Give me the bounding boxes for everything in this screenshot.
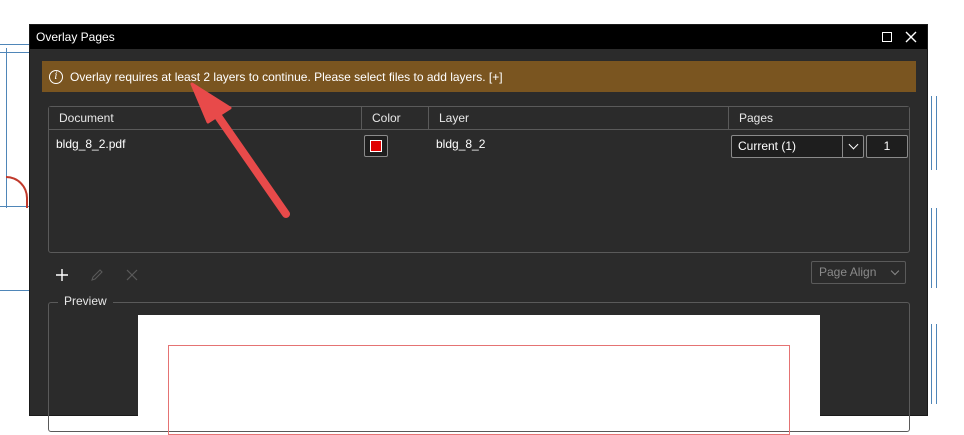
drawing-line: [0, 44, 30, 45]
column-header-layer[interactable]: Layer: [428, 107, 728, 129]
preview-label: Preview: [58, 294, 113, 308]
close-icon: [905, 31, 917, 43]
info-icon: i: [49, 69, 63, 84]
chevron-down-icon: [890, 266, 900, 276]
chevron-down-icon: [848, 139, 858, 150]
drawing-arc: [6, 176, 28, 208]
overlay-pages-dialog: Overlay Pages i Overlay requires at leas…: [29, 24, 928, 435]
pencil-icon: [91, 269, 103, 281]
drawing-line: [936, 208, 937, 288]
layer-name: bldg_8_2: [436, 137, 486, 151]
document-name: bldg_8_2.pdf: [56, 137, 126, 151]
drawing-line: [0, 52, 30, 53]
drawing-line: [0, 290, 30, 291]
page-align-label: Page Align: [819, 265, 877, 279]
banner-text[interactable]: Overlay requires at least 2 layers to co…: [70, 70, 503, 84]
layers-table: Document Color Layer Pages bldg_8_2.pdf …: [48, 106, 910, 253]
maximize-icon: [882, 32, 892, 42]
preview-page: [138, 315, 820, 435]
warning-banner: i Overlay requires at least 2 layers to …: [42, 61, 916, 92]
column-header-document[interactable]: Document: [49, 107, 361, 129]
add-layer-button[interactable]: [51, 264, 73, 286]
edit-layer-button[interactable]: [86, 264, 108, 286]
dropdown-arrow[interactable]: [842, 136, 863, 157]
table-row[interactable]: bldg_8_2.pdf bldg_8_2 Current (1) 1: [49, 130, 909, 158]
maximize-button[interactable]: [876, 27, 898, 47]
x-icon: [126, 269, 138, 281]
drawing-line: [931, 324, 932, 404]
drawing-line: [936, 96, 937, 170]
remove-layer-button[interactable]: [121, 264, 143, 286]
close-button[interactable]: [900, 27, 922, 47]
title-bar[interactable]: Overlay Pages: [30, 25, 927, 49]
drawing-line: [936, 324, 937, 404]
color-swatch: [370, 140, 382, 152]
page-number-field[interactable]: 1: [866, 135, 908, 158]
table-header: Document Color Layer Pages: [49, 107, 909, 130]
column-header-color[interactable]: Color: [361, 107, 428, 129]
pages-dropdown-value: Current (1): [738, 139, 797, 153]
plus-icon: [56, 269, 68, 281]
drawing-line: [931, 96, 932, 170]
color-swatch-button[interactable]: [364, 135, 388, 157]
preview-layer-outline: [168, 345, 790, 435]
column-header-pages[interactable]: Pages: [728, 107, 909, 129]
drawing-line: [931, 208, 932, 288]
page-align-dropdown[interactable]: Page Align: [811, 261, 906, 284]
dialog-title: Overlay Pages: [36, 30, 115, 44]
pages-dropdown[interactable]: Current (1): [731, 135, 864, 158]
